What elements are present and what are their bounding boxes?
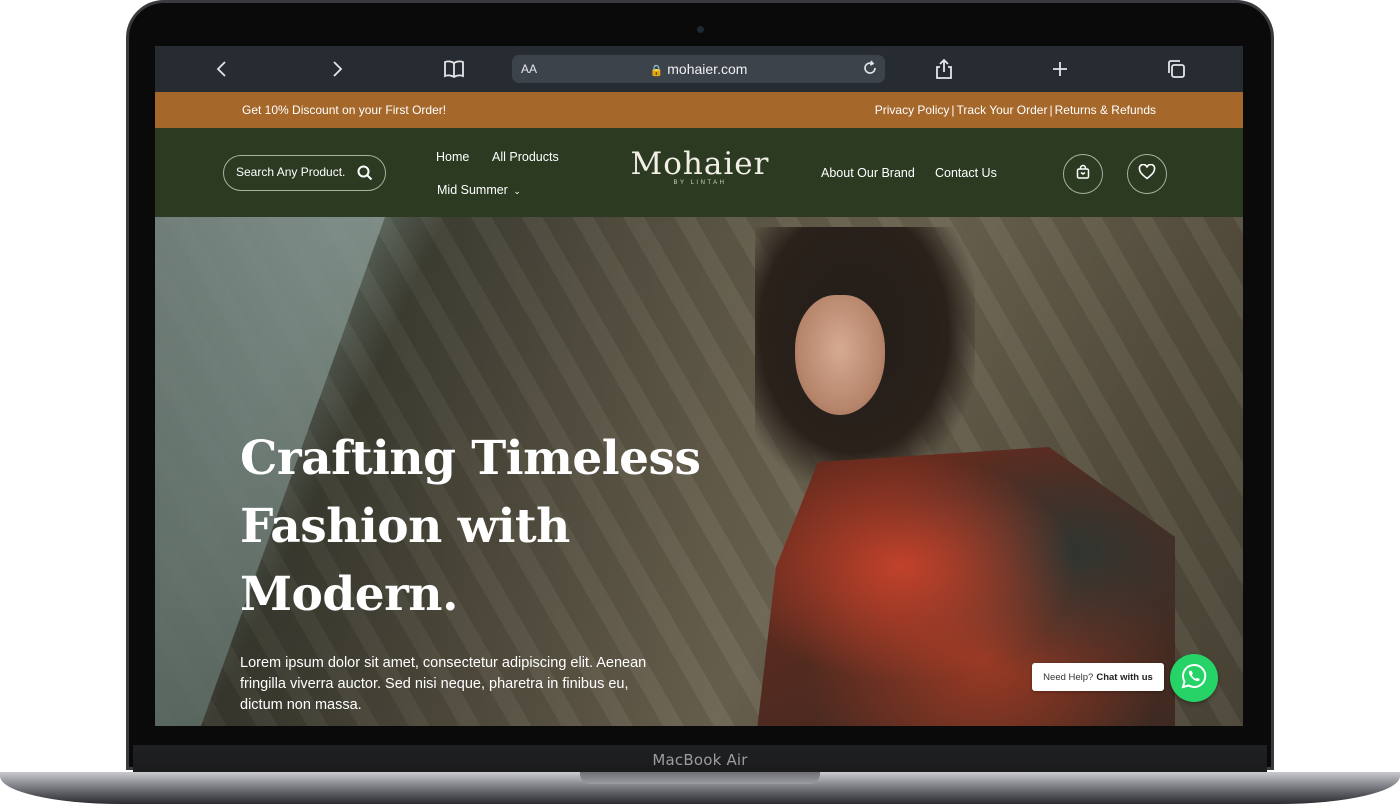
- forward-icon[interactable]: [322, 56, 352, 82]
- wishlist-button[interactable]: [1127, 154, 1167, 194]
- browser-toolbar: AA 🔒 mohaier.com: [155, 46, 1243, 92]
- url-text: mohaier.com: [667, 61, 748, 77]
- share-icon[interactable]: [929, 56, 959, 82]
- returns-refunds-link[interactable]: Returns & Refunds: [1055, 103, 1156, 117]
- chat-action: Chat with us: [1096, 671, 1153, 683]
- lock-icon: 🔒: [649, 65, 664, 77]
- device-label: MacBook Air: [133, 745, 1267, 775]
- site-header: Home All Products Mid Summer ⌄ Mohaier B…: [155, 128, 1243, 217]
- url-display[interactable]: 🔒 mohaier.com: [512, 61, 885, 77]
- track-order-link[interactable]: Track Your Order: [957, 103, 1048, 117]
- logo-name: Mohaier: [630, 146, 770, 182]
- bookmarks-icon[interactable]: [439, 56, 469, 82]
- announcement-bar: Get 10% Discount on your First Order! Pr…: [155, 92, 1243, 128]
- link-separator: |: [1049, 103, 1053, 117]
- hero-title-line: Modern.: [240, 567, 458, 622]
- hero-title-line: Fashion with: [240, 499, 570, 554]
- shopping-bag-icon: [1075, 164, 1091, 185]
- nav-mid-summer[interactable]: Mid Summer ⌄: [437, 183, 521, 197]
- search-box[interactable]: [223, 155, 386, 191]
- hero-banner: Crafting Timeless Fashion with Modern. L…: [155, 217, 1243, 726]
- nav-about-brand[interactable]: About Our Brand: [821, 166, 915, 180]
- nav-contact-us[interactable]: Contact Us: [935, 166, 997, 180]
- reload-icon[interactable]: [861, 59, 879, 82]
- search-input[interactable]: [236, 165, 346, 179]
- hero-description: Lorem ipsum dolor sit amet, consectetur …: [240, 655, 647, 713]
- chat-prompt: Need Help?: [1043, 671, 1094, 683]
- hero-title-line: Crafting Timeless: [240, 431, 701, 486]
- nav-home[interactable]: Home: [436, 150, 469, 164]
- back-icon[interactable]: [207, 56, 237, 82]
- search-icon[interactable]: [357, 165, 373, 186]
- promo-text: Get 10% Discount on your First Order!: [242, 103, 447, 117]
- nav-all-products[interactable]: All Products: [492, 150, 559, 164]
- hero-model-face: [795, 295, 885, 415]
- chevron-down-icon: ⌄: [513, 186, 521, 196]
- chat-tooltip[interactable]: Need Help? Chat with us: [1032, 663, 1164, 691]
- heart-icon: [1138, 163, 1156, 185]
- nav-mid-summer-label: Mid Summer: [437, 183, 508, 197]
- whatsapp-chat-button[interactable]: [1170, 654, 1218, 702]
- utility-links: Privacy Policy | Track Your Order | Retu…: [875, 103, 1156, 117]
- tabs-overview-icon[interactable]: [1161, 56, 1191, 82]
- laptop-hinge-notch: [580, 772, 820, 784]
- whatsapp-icon: [1180, 662, 1208, 695]
- hero-title: Crafting Timeless Fashion with Modern.: [240, 425, 710, 629]
- new-tab-icon[interactable]: [1045, 56, 1075, 82]
- browser-screen: AA 🔒 mohaier.com Get 10% Discount on your…: [155, 46, 1243, 726]
- cart-button[interactable]: [1063, 154, 1103, 194]
- privacy-policy-link[interactable]: Privacy Policy: [875, 103, 950, 117]
- address-bar[interactable]: AA 🔒 mohaier.com: [512, 55, 885, 83]
- link-separator: |: [951, 103, 955, 117]
- brand-logo[interactable]: Mohaier BY LINTAH: [625, 146, 775, 186]
- camera: [697, 26, 704, 33]
